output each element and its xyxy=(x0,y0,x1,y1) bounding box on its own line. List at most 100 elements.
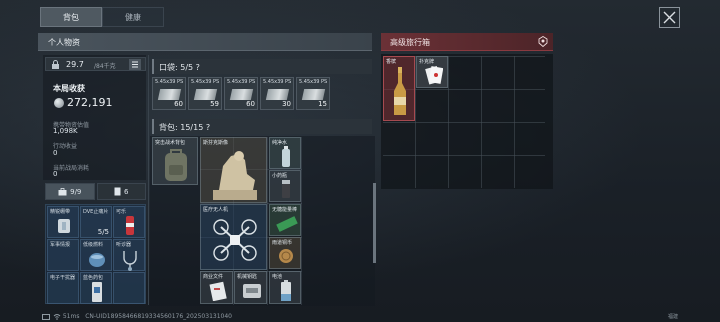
tab-backpack[interactable]: 背包 xyxy=(40,7,102,27)
quick-slot[interactable]: DVE止痛片 5/5 xyxy=(80,206,112,238)
tab-health[interactable]: 健康 xyxy=(102,7,164,27)
pocket-ammo-slot[interactable]: 5.45x39 PS 60 xyxy=(224,77,258,110)
item-name: 听诊器 xyxy=(116,242,132,248)
drone-icon xyxy=(213,219,257,261)
backpack-item-copper-coin[interactable]: 雨道铜币 xyxy=(269,237,301,269)
subtab-documents[interactable]: 6 xyxy=(96,183,146,200)
quick-slot[interactable]: 电子干扰器 xyxy=(47,272,79,304)
quick-slot[interactable]: 军事情报 xyxy=(47,239,79,271)
backpack-item-battery[interactable]: 电池 xyxy=(269,271,301,304)
ammo-name: 5.45x39 PS xyxy=(191,79,220,85)
personal-supplies-header: 个人物资 xyxy=(38,33,372,51)
backpack-title: 背包: 15/15 ? xyxy=(159,123,211,132)
ping-value: 51ms xyxy=(62,313,80,320)
pill-bottle-icon xyxy=(282,180,290,198)
action-income: 0 xyxy=(53,149,58,157)
close-button[interactable] xyxy=(659,7,680,28)
case-item-playing-cards[interactable]: 扑克牌 xyxy=(416,56,448,88)
item-name: 无糖能量棒 xyxy=(272,207,298,213)
item-name: DVE止痛片 xyxy=(83,209,109,215)
uid-text: CN-UID18958466819334560176_202503131040 xyxy=(85,313,232,320)
carried-value: 1,098K xyxy=(53,127,78,135)
pocket-ammo-slot[interactable]: 5.45x39 PS 30 xyxy=(260,77,294,110)
subtab-documents-label: 6 xyxy=(124,187,129,196)
pocket-title: 口袋: 5/5 ? xyxy=(159,63,200,72)
weight-lock-icon xyxy=(52,60,59,69)
item-name: 电子干扰器 xyxy=(50,275,76,281)
item-name: 小药瓶 xyxy=(272,173,288,179)
item-name: 精锐绷带 xyxy=(50,209,71,215)
item-count: 5/5 xyxy=(97,228,109,236)
backpack-item-mechanical-key[interactable]: 机械钥匙 xyxy=(234,271,267,304)
item-name: 扑克牌 xyxy=(419,59,435,65)
medicine-pack-icon xyxy=(92,282,102,302)
champagne-bottle-icon xyxy=(394,67,406,115)
ammo-icon xyxy=(229,89,254,100)
backpack-item-water[interactable]: 纯净水 xyxy=(269,137,301,169)
ammo-icon xyxy=(301,89,326,100)
cola-can-icon xyxy=(126,216,134,235)
weight-row: 29.7 /84千克 xyxy=(45,57,146,71)
travel-case-header: 高级旅行箱 xyxy=(381,33,553,51)
backpack-scrollbar[interactable] xyxy=(373,183,376,263)
item-name: 医疗无人机 xyxy=(203,207,229,213)
quick-slot[interactable]: 听诊器 xyxy=(113,239,145,271)
pocket-ammo-slot[interactable]: 5.45x39 PS 59 xyxy=(188,77,222,110)
backpack-item-business-docs[interactable]: 商业文件 xyxy=(200,271,233,304)
quick-slot-tabs: 9/9 6 xyxy=(45,183,146,200)
battery-icon xyxy=(281,280,291,301)
pin-icon[interactable] xyxy=(538,36,548,47)
ammo-count: 60 xyxy=(174,100,183,108)
ammo-name: 5.45x39 PS xyxy=(299,79,328,85)
documents-icon xyxy=(209,281,227,301)
backpack-item-medical-drone[interactable]: 医疗无人机 xyxy=(200,204,267,270)
ammo-count: 59 xyxy=(210,100,219,108)
ammo-icon xyxy=(265,89,290,100)
ammo-count: 15 xyxy=(318,100,327,108)
pocket-header: 口袋: 5/5 ? xyxy=(152,59,372,74)
coin-icon xyxy=(54,98,64,108)
travel-case-title: 高级旅行箱 xyxy=(390,38,430,47)
income-value: 272,191 xyxy=(67,96,113,109)
panel-divider xyxy=(148,55,149,305)
loss-value: 0 xyxy=(53,170,58,178)
ammo-name: 5.45x39 PS xyxy=(227,79,256,85)
quick-slot[interactable]: 蓝色药包 xyxy=(80,272,112,304)
ammo-icon xyxy=(157,89,182,100)
backpack-item-pill-bottle[interactable]: 小药瓶 xyxy=(269,170,301,202)
backpack-item-energy-bar[interactable]: 无糖能量棒 xyxy=(269,204,301,236)
ammo-icon xyxy=(193,89,218,100)
item-name: 斯芬克斯像 xyxy=(203,140,229,146)
ammo-count: 60 xyxy=(246,100,255,108)
case-item-champagne[interactable]: 香槟 xyxy=(383,56,415,121)
quick-slot[interactable]: 精锐绷带 xyxy=(47,206,79,238)
list-view-button[interactable] xyxy=(129,59,141,70)
playing-cards-icon xyxy=(425,65,443,85)
quick-slot-grid: 精锐绷带 DVE止痛片 5/5 可乐 军事情报 低级燃料 听诊器 电子干扰器 蓝… xyxy=(45,204,146,304)
backpack-item-assault-pack[interactable]: 突击战术背包 xyxy=(152,137,198,185)
quick-slot-empty[interactable] xyxy=(113,272,145,304)
top-tabs: 背包 健康 xyxy=(40,7,164,27)
energy-bar-icon xyxy=(276,216,298,232)
close-icon xyxy=(663,11,676,24)
stethoscope-icon xyxy=(123,251,137,271)
subtab-medical[interactable]: 9/9 xyxy=(45,183,95,200)
quick-slot[interactable]: 低级燃料 xyxy=(80,239,112,271)
item-name: 电池 xyxy=(272,274,283,280)
stats-panel xyxy=(43,55,146,180)
pocket-ammo-slot[interactable]: 5.45x39 PS 15 xyxy=(296,77,330,110)
item-name: 低级燃料 xyxy=(83,242,104,248)
ammo-name: 5.45x39 PS xyxy=(155,79,184,85)
quick-slot[interactable]: 可乐 xyxy=(113,206,145,238)
item-name: 蓝色药包 xyxy=(83,275,104,281)
water-bottle-icon xyxy=(282,146,290,167)
document-icon xyxy=(114,187,121,196)
battery-status-icon xyxy=(42,313,50,320)
item-name: 商业文件 xyxy=(203,274,224,280)
key-icon xyxy=(243,284,261,298)
wifi-icon xyxy=(53,313,61,320)
backpack-item-sphinx-statue[interactable]: 斯芬克斯像 xyxy=(200,137,267,203)
pocket-ammo-slot[interactable]: 5.45x39 PS 60 xyxy=(152,77,186,110)
item-name: 纯净水 xyxy=(272,140,288,146)
backpack-header: 背包: 15/15 ? xyxy=(152,119,372,134)
